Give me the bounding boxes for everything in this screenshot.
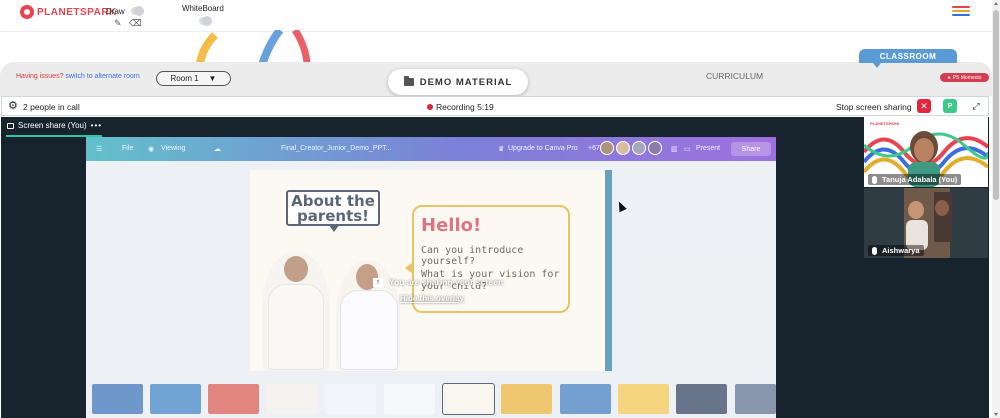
expand-icon[interactable]: ⤢ xyxy=(968,99,984,113)
pencil-icon[interactable]: ✎ xyxy=(114,18,122,29)
gear-icon[interactable]: ⚙ xyxy=(8,100,18,112)
folder-icon xyxy=(403,76,414,86)
classroom-label: CLASSROOM xyxy=(879,51,937,61)
whiteboard-label: WhiteBoard xyxy=(182,4,224,13)
more-options-icon[interactable]: ••• xyxy=(91,121,102,130)
room-select-value: Room 1 xyxy=(170,74,199,83)
hide-overlay-link[interactable]: Hide this overlay xyxy=(400,294,464,303)
call-bar: ⚙ 2 people in call Recording 5:19 Stop s… xyxy=(1,96,989,116)
draw-toggle[interactable] xyxy=(131,6,144,16)
mic-icon xyxy=(872,246,877,255)
stop-sharing-label: Stop screen sharing xyxy=(836,102,912,112)
video-logo: PLANETSPARK xyxy=(870,121,900,126)
screen-share-tab[interactable]: Screen share (You) ••• xyxy=(7,121,102,130)
menu-icon[interactable] xyxy=(952,6,970,18)
scroll-thumb[interactable] xyxy=(993,10,999,200)
video-tile-self[interactable]: PLANETSPARK Tanuja Adabala (You) xyxy=(864,117,988,187)
record-dot-icon xyxy=(427,104,433,110)
mic-icon xyxy=(872,175,877,184)
video-tile-participant[interactable]: Aishwarya xyxy=(864,188,988,258)
stop-sharing-button[interactable]: ✕ xyxy=(917,99,931,113)
top-bar: PLANETSPARK Draw ✎ ⌫ WhiteBoard xyxy=(0,0,992,32)
ps-moments-badge[interactable]: ● PS Moments xyxy=(940,73,989,82)
recording-status: Recording 5:19 xyxy=(427,102,494,112)
screen-share-label: Screen share (You) xyxy=(18,121,87,130)
video-name-self: Tanuja Adabala (You) xyxy=(868,174,962,185)
ps-moments-label: PS Moments xyxy=(952,74,982,81)
participant-name: Aishwarya xyxy=(882,246,920,255)
share-screen-icon: ↑ xyxy=(373,277,383,287)
recording-time: 5:19 xyxy=(477,102,494,112)
alternate-room-link[interactable]: switch to alternate room xyxy=(65,73,139,80)
video-name-participant: Aishwarya xyxy=(868,245,924,256)
people-count: 2 people in call xyxy=(23,102,80,112)
sharing-message: ↑ You are sharing your screen xyxy=(373,277,503,287)
monitor-icon xyxy=(7,122,14,129)
scroll-up-icon[interactable] xyxy=(994,2,998,5)
menu-line xyxy=(952,6,970,8)
curriculum-tab[interactable]: CURRICULUM xyxy=(706,71,763,81)
classroom-tab[interactable]: CLASSROOM xyxy=(859,49,957,68)
whiteboard-toggle[interactable] xyxy=(199,16,212,26)
participant-name: Tanuja Adabala (You) xyxy=(882,175,958,184)
p-button[interactable]: P xyxy=(943,99,957,113)
menu-line xyxy=(952,14,970,16)
recording-label: Recording xyxy=(436,102,475,112)
planetspark-logo[interactable]: PLANETSPARK xyxy=(20,5,117,19)
close-icon: ✕ xyxy=(920,100,928,111)
demo-material-label: DEMO MATERIAL xyxy=(419,76,513,88)
classroom-page: PLANETSPARK Draw ✎ ⌫ WhiteBoard Having i… xyxy=(0,0,1000,418)
camera-icon: ● xyxy=(947,74,951,81)
scroll-down-icon[interactable] xyxy=(994,413,998,416)
logo-icon xyxy=(20,5,34,19)
menu-line xyxy=(952,10,970,12)
issues-text: Having issues? xyxy=(16,73,64,80)
caret-down-icon: ▼ xyxy=(208,74,217,83)
issues-notice: Having issues? switch to alternate room xyxy=(16,73,140,80)
page-scrollbar[interactable] xyxy=(992,0,1000,418)
demo-material-button[interactable]: DEMO MATERIAL xyxy=(388,69,528,95)
eraser-icon[interactable]: ⌫ xyxy=(129,18,142,29)
logo-text: PLANETSPARK xyxy=(37,6,117,18)
sharing-message-text: You are sharing your screen xyxy=(389,277,504,287)
draw-label: Draw xyxy=(106,7,125,16)
room-select[interactable]: Room 1 ▼ xyxy=(156,71,231,86)
